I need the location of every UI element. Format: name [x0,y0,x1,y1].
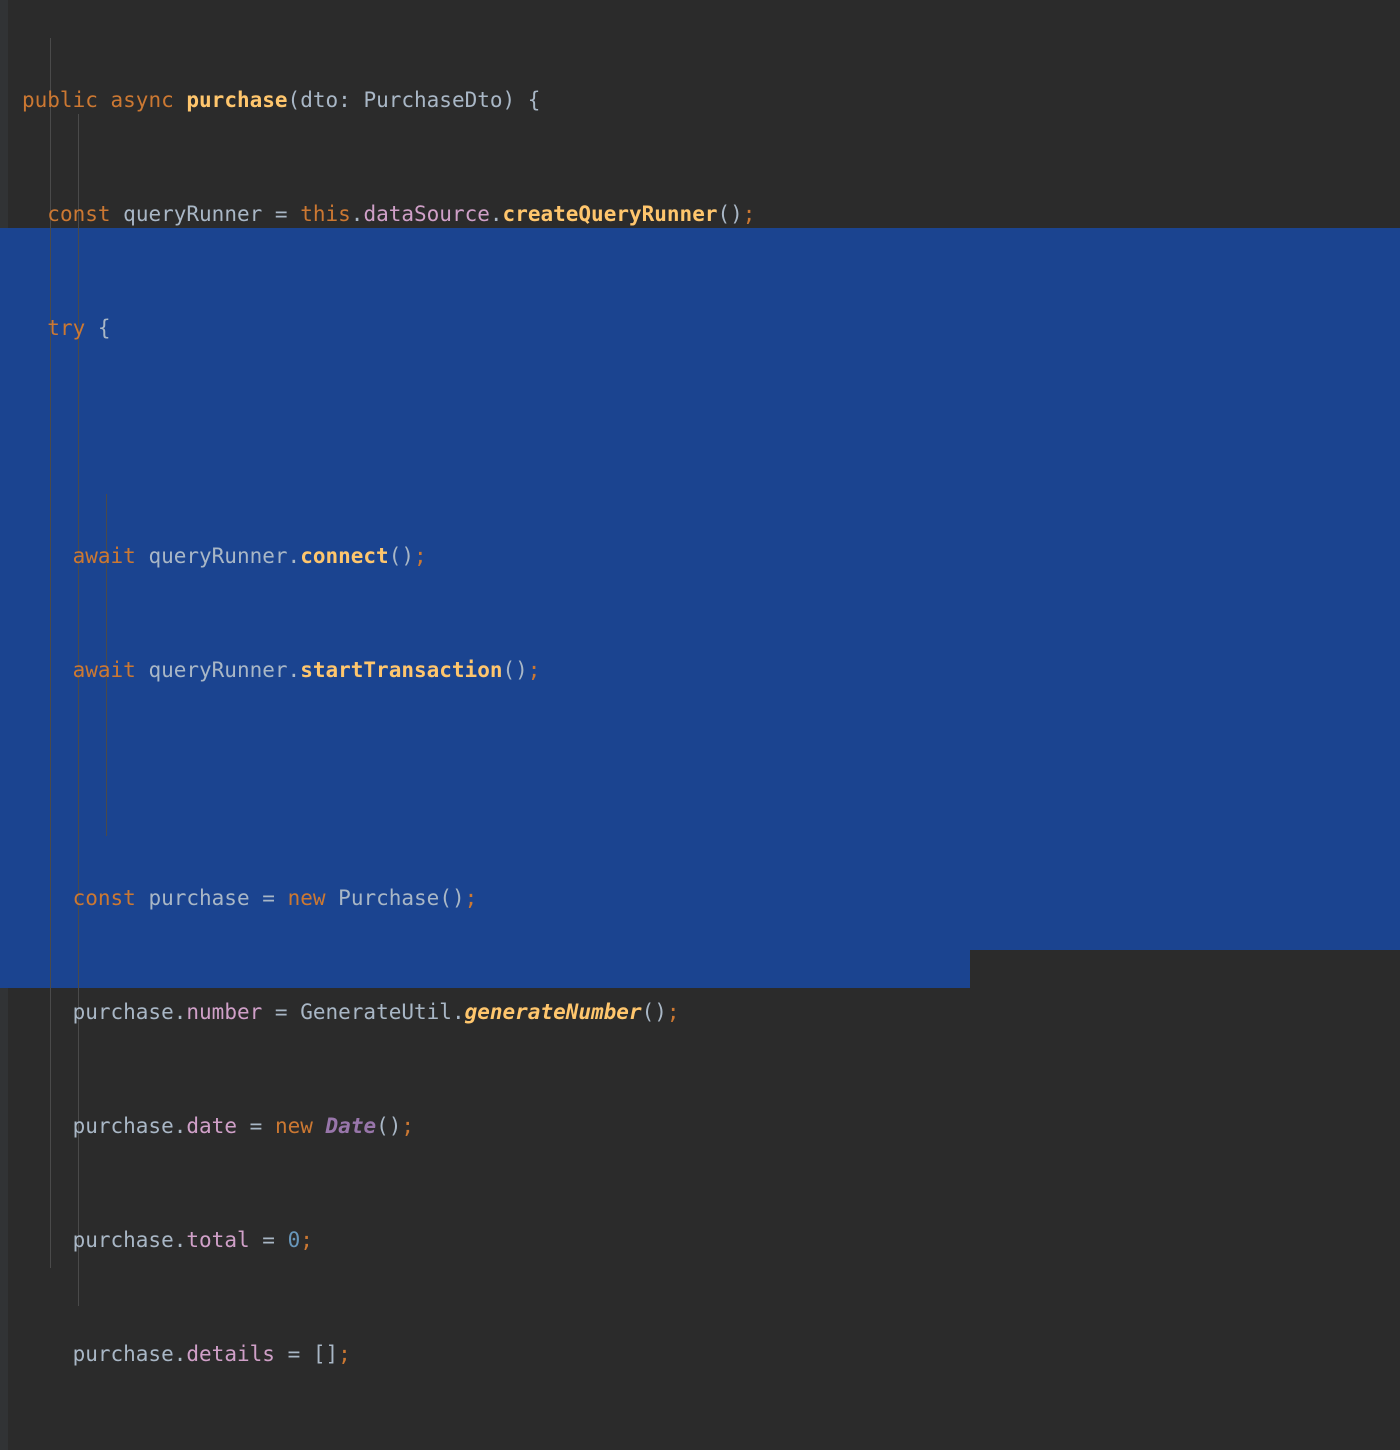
code-line[interactable]: const queryRunner = this.dataSource.crea… [0,195,1263,233]
editor-gutter-selected [0,228,8,950]
code-line[interactable]: await queryRunner.startTransaction(); [0,651,1263,689]
code-line[interactable]: purchase.date = new Date(); [0,1107,1263,1145]
code-editor[interactable]: public async purchase(dto: PurchaseDto) … [0,0,1400,1450]
code-line[interactable]: try { [0,309,1263,347]
code-line[interactable]: public async purchase(dto: PurchaseDto) … [0,81,1263,119]
code-content[interactable]: public async purchase(dto: PurchaseDto) … [0,0,1263,1450]
editor-gutter-selected-partial [0,950,8,988]
code-line[interactable]: purchase.number = GenerateUtil.generateN… [0,993,1263,1031]
code-line[interactable]: purchase.total = 0; [0,1221,1263,1259]
code-line[interactable]: await queryRunner.connect(); [0,537,1263,575]
code-line[interactable]: const purchase = new Purchase(); [0,879,1263,917]
code-line[interactable]: purchase.details = []; [0,1335,1263,1373]
code-line-blank[interactable] [0,765,1263,803]
code-line-blank[interactable] [0,423,1263,461]
